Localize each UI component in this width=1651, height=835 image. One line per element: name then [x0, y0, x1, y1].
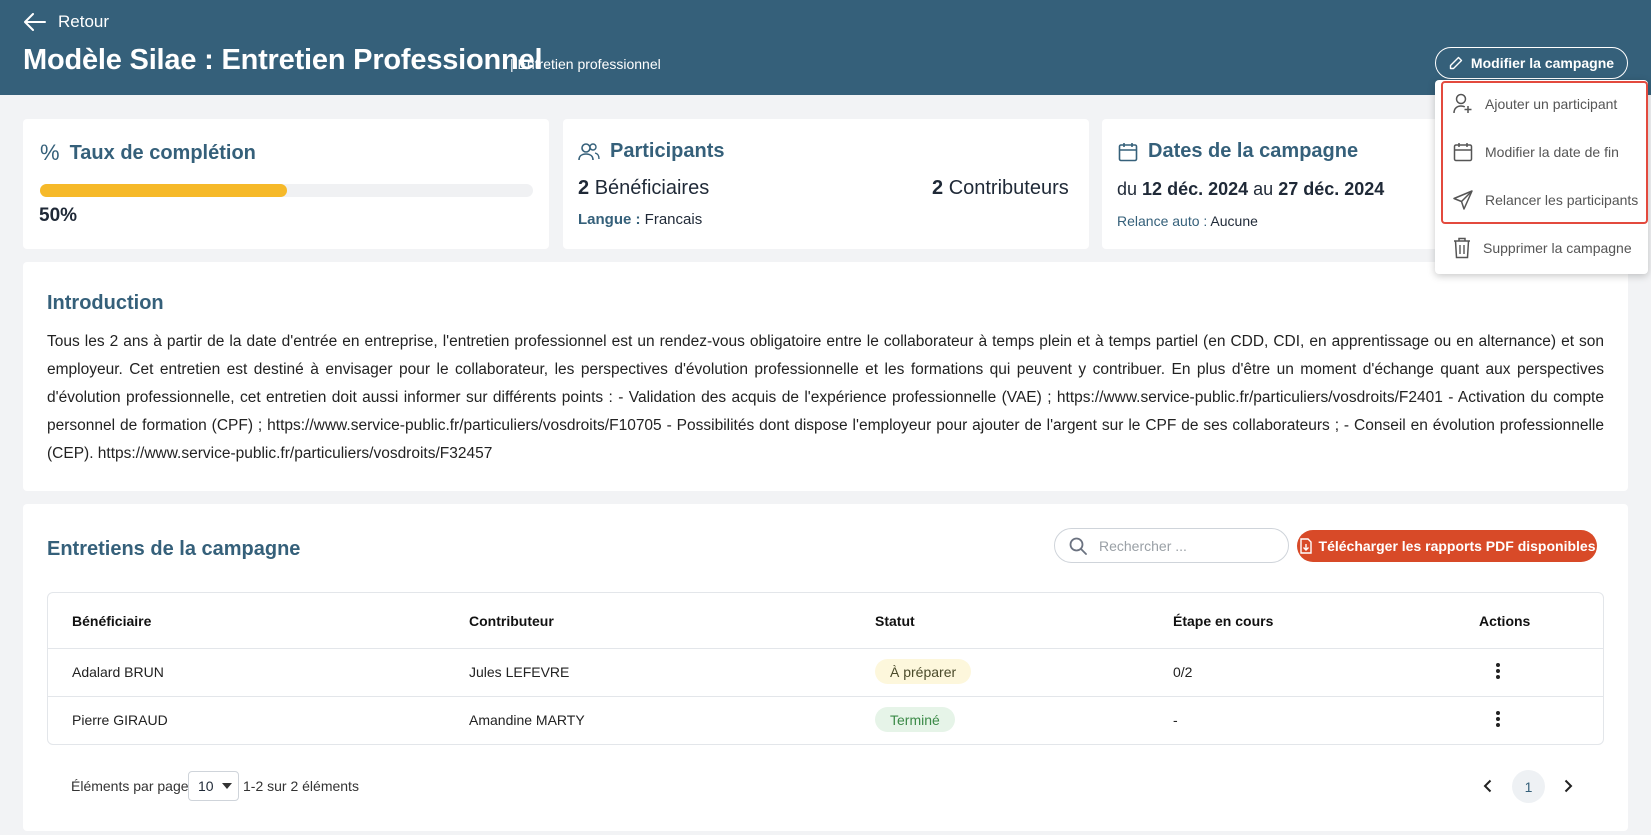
introduction-title: Introduction [47, 292, 164, 314]
kebab-dot-icon [1496, 675, 1500, 679]
page-1-button[interactable]: 1 [1512, 770, 1545, 803]
language-info: Langue : Francais [578, 211, 703, 228]
file-download-icon [1299, 538, 1312, 554]
column-header-status: Statut [875, 613, 915, 629]
menu-item-delete-campaign[interactable]: Supprimer la campagne [1435, 224, 1648, 272]
kebab-dot-icon [1496, 717, 1500, 721]
per-page-label: Éléments par page [71, 778, 189, 794]
kebab-dot-icon [1496, 723, 1500, 727]
menu-item-change-end-date[interactable]: Modifier la date de fin [1435, 128, 1648, 176]
edit-campaign-label: Modifier la campagne [1470, 55, 1615, 71]
completion-title: % Taux de complétion [40, 140, 256, 165]
interviews-title: Entretiens de la campagne [47, 538, 301, 560]
page-title: Modèle Silae : Entretien Professionnel [23, 44, 543, 76]
kebab-dot-icon [1496, 711, 1500, 715]
kebab-dot-icon [1496, 663, 1500, 667]
row-step: - [1173, 712, 1178, 728]
row-actions-menu-button[interactable] [1489, 661, 1507, 681]
kebab-dot-icon [1496, 669, 1500, 673]
previous-page-button[interactable] [1476, 775, 1498, 797]
pencil-icon [1449, 56, 1463, 70]
column-header-step: Étape en cours [1173, 613, 1274, 629]
chevron-right-icon [1564, 779, 1572, 793]
completion-progress-fill [40, 184, 287, 197]
arrow-left-icon [24, 13, 46, 31]
status-badge: Terminé [875, 707, 955, 732]
trash-icon [1454, 237, 1470, 259]
menu-item-add-participant[interactable]: Ajouter un participant [1435, 80, 1648, 128]
back-label: Retour [58, 12, 110, 31]
column-header-contributor: Contributeur [469, 613, 554, 629]
search-icon [1069, 537, 1087, 555]
calendar-icon [1118, 142, 1138, 161]
column-header-beneficiary: Bénéficiaire [72, 613, 152, 629]
edit-campaign-button[interactable]: Modifier la campagne [1435, 47, 1628, 79]
row-contributor: Amandine MARTY [469, 712, 585, 728]
campaign-actions-menu: Ajouter un participant Modifier la date … [1435, 80, 1648, 274]
calendar-icon [1453, 143, 1473, 162]
auto-reminder-info: Relance auto : Aucune [1117, 213, 1258, 229]
user-plus-icon [1453, 93, 1472, 114]
row-beneficiary: Pierre GIRAUD [72, 712, 168, 728]
completion-percent: 50% [39, 205, 78, 226]
send-icon [1453, 190, 1473, 210]
back-link[interactable]: Retour [24, 12, 109, 32]
table-divider [48, 648, 1603, 649]
introduction-text: Tous les 2 ans à partir de la date d'ent… [47, 333, 1604, 462]
campaign-date-range: du 12 déc. 2024 au 27 déc. 2024 [1117, 179, 1385, 199]
chevron-left-icon [1483, 779, 1491, 793]
row-contributor: Jules LEFEVRE [469, 664, 570, 680]
status-badge: À préparer [875, 659, 972, 684]
next-page-button[interactable] [1557, 775, 1579, 797]
page-header: Retour Modèle Silae : Entretien Professi… [0, 0, 1651, 95]
row-actions-menu-button[interactable] [1489, 709, 1507, 729]
menu-item-remind-participants[interactable]: Relancer les participants [1435, 176, 1648, 224]
percent-icon: % [40, 140, 60, 165]
table-divider [48, 696, 1603, 697]
page-size-select[interactable]: 10 [188, 771, 239, 801]
interviews-table: Bénéficiaire Contributeur Statut Étape e… [47, 592, 1604, 745]
search-input[interactable] [1099, 537, 1269, 554]
column-header-actions: Actions [1479, 613, 1531, 629]
dates-title: Dates de la campagne [1118, 140, 1358, 163]
search-box [1054, 528, 1289, 563]
download-pdf-reports-button[interactable]: Télécharger les rapports PDF disponibles [1297, 530, 1597, 562]
pagination-range: 1-2 sur 2 éléments [243, 778, 359, 794]
completion-progress-bar [40, 184, 533, 197]
row-beneficiary: Adalard BRUN [72, 664, 164, 680]
caret-down-icon [221, 783, 232, 789]
participants-title: Participants [578, 140, 724, 163]
page-subtitle: | Entretien professionnel [510, 56, 661, 72]
contributors-count: 2 Contributeurs [932, 177, 1069, 199]
row-step: 0/2 [1173, 664, 1193, 680]
beneficiaries-count: 2 Bénéficiaires [578, 177, 710, 199]
users-icon [578, 142, 600, 160]
